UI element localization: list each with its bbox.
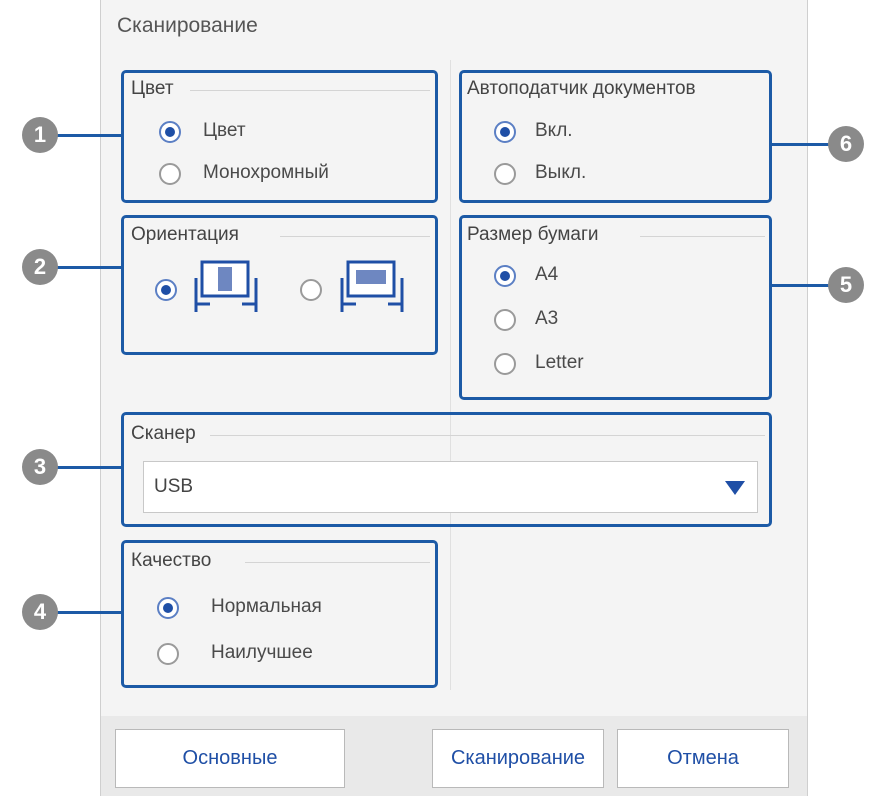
cancel-button[interactable]: Отмена [617, 729, 789, 788]
paper-a4-label: A4 [535, 264, 559, 285]
callout-line-6 [772, 143, 832, 146]
color-radio-color[interactable] [159, 121, 181, 143]
callout-badge-3: 3 [22, 449, 58, 485]
mono-option-label: Монохромный [203, 162, 329, 183]
paper-radio-letter[interactable] [494, 353, 516, 375]
legend-divider [210, 435, 765, 436]
callout-line-1 [54, 134, 121, 137]
callout-badge-1: 1 [22, 117, 58, 153]
orientation-radio-landscape[interactable] [300, 279, 322, 301]
callout-badge-4: 4 [22, 594, 58, 630]
legend-divider [190, 90, 430, 91]
callout-line-4 [54, 611, 121, 614]
quality-normal-label: Нормальная [211, 596, 322, 617]
landscape-icon [340, 260, 404, 312]
quality-radio-best[interactable] [157, 643, 179, 665]
orientation-radio-portrait[interactable] [155, 279, 177, 301]
color-group-legend: Цвет [131, 78, 174, 99]
scanner-select-value: USB [154, 476, 194, 497]
legend-divider [640, 236, 765, 237]
callout-line-3 [54, 466, 121, 469]
callout-badge-5: 5 [828, 267, 864, 303]
dropdown-arrow-icon[interactable] [725, 481, 745, 495]
quality-best-label: Наилучшее [211, 642, 313, 663]
paper-a3-label: A3 [535, 308, 559, 329]
basic-settings-button[interactable]: Основные [115, 729, 345, 788]
quality-radio-normal[interactable] [157, 597, 179, 619]
color-option-label: Цвет [203, 120, 246, 141]
scanner-select[interactable]: USB [143, 461, 758, 513]
feeder-radio-off[interactable] [494, 163, 516, 185]
feeder-group-legend: Автоподатчик документов [467, 78, 763, 100]
portrait-icon [194, 260, 258, 312]
legend-divider [245, 562, 430, 563]
paper-radio-a3[interactable] [494, 309, 516, 331]
column-divider [450, 60, 451, 690]
callout-badge-6: 6 [828, 126, 864, 162]
feeder-legend-text: Автоподатчик документов [467, 78, 696, 99]
feeder-on-label: Вкл. [535, 120, 573, 141]
dialog-title: Сканирование [117, 14, 258, 37]
orientation-group-legend: Ориентация [131, 224, 239, 245]
scan-button[interactable]: Сканирование [432, 729, 604, 788]
callout-line-2 [54, 266, 121, 269]
quality-group-legend: Качество [131, 550, 212, 571]
paper-letter-label: Letter [535, 352, 584, 373]
paper-size-legend: Размер бумаги [467, 224, 599, 245]
color-radio-mono[interactable] [159, 163, 181, 185]
feeder-off-label: Выкл. [535, 162, 587, 183]
feeder-radio-on[interactable] [494, 121, 516, 143]
paper-radio-a4[interactable] [494, 265, 516, 287]
callout-badge-2: 2 [22, 249, 58, 285]
scanner-group-legend: Сканер [131, 423, 196, 444]
legend-divider [280, 236, 430, 237]
callout-line-5 [772, 284, 832, 287]
